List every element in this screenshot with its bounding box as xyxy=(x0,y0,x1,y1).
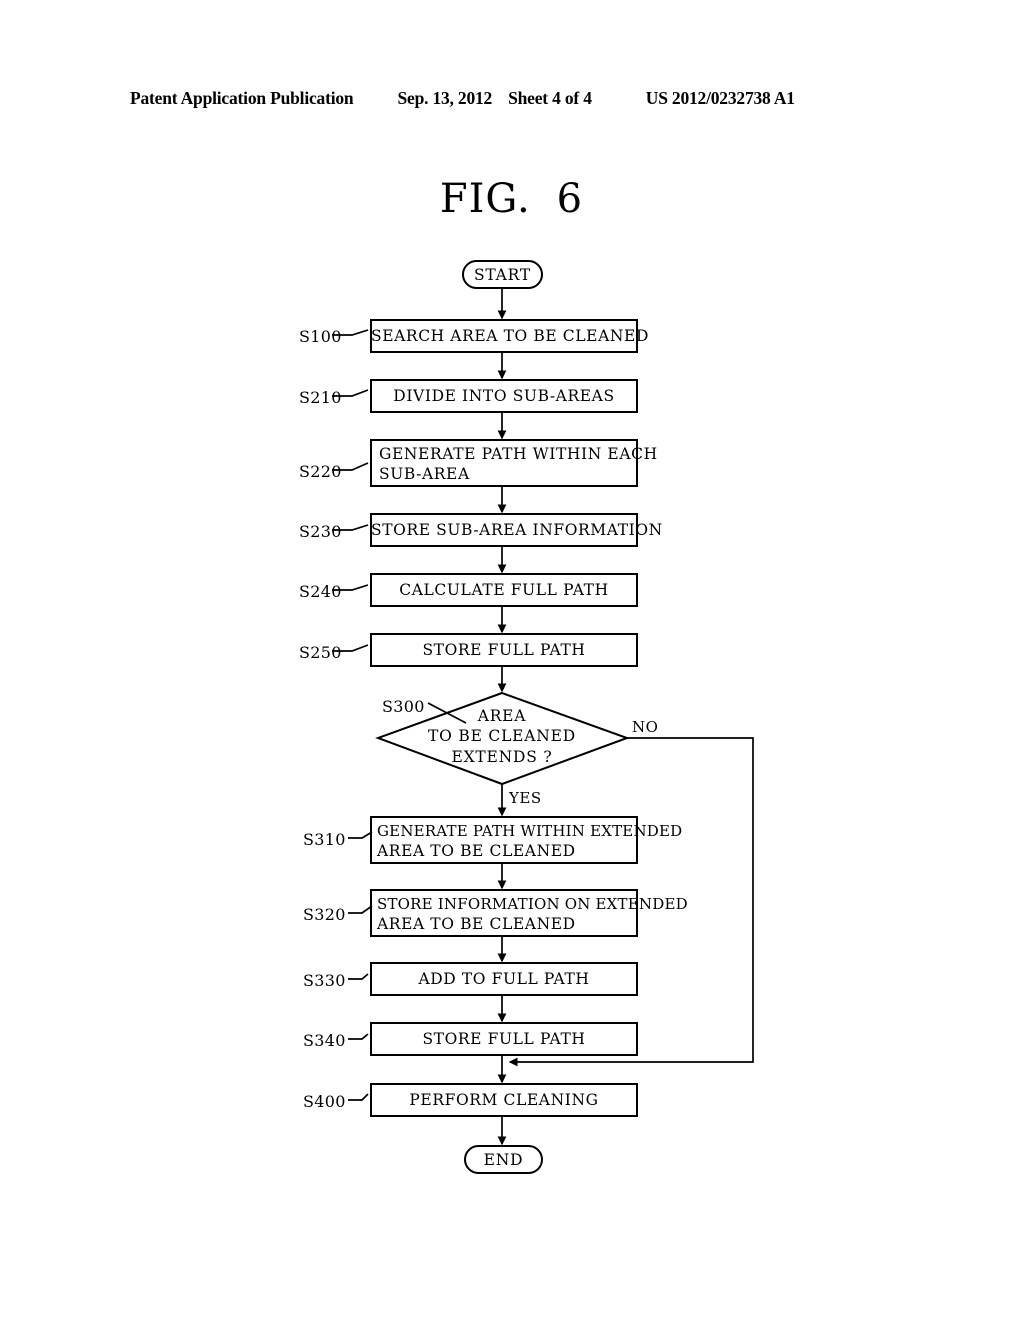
step-box-s310 xyxy=(370,816,638,864)
step-box-s210 xyxy=(370,379,638,413)
branch-label-no: NO xyxy=(632,718,659,736)
step-box-s340 xyxy=(370,1022,638,1056)
step-box-s240 xyxy=(370,573,638,607)
flowchart: START END SEARCH AREA TO BE CLEANED DIVI… xyxy=(0,0,1024,1320)
decision-text-line3: EXTENDS ? xyxy=(451,748,553,766)
start-terminator-label: START xyxy=(473,266,532,284)
decision-text-line1: AREA xyxy=(477,707,527,725)
step-ref-s310: S310 xyxy=(303,830,346,849)
step-ref-s400: S400 xyxy=(303,1092,346,1111)
step-box-s330 xyxy=(370,962,638,996)
leader-line-s330 xyxy=(348,973,369,980)
decision-text-line2: TO BE CLEANED xyxy=(428,727,576,745)
step-box-s100 xyxy=(370,319,638,353)
step-ref-s340: S340 xyxy=(303,1031,346,1050)
leader-line-s400 xyxy=(348,1093,369,1101)
step-box-s220 xyxy=(370,439,638,487)
leader-line-s320 xyxy=(348,905,373,914)
leader-line-s310 xyxy=(348,831,373,839)
step-ref-s330: S330 xyxy=(303,971,346,990)
step-ref-s230: S230 xyxy=(299,522,342,541)
step-box-s230 xyxy=(370,513,638,547)
step-box-s320 xyxy=(370,889,638,937)
branch-label-yes: YES xyxy=(509,789,542,807)
step-box-s400 xyxy=(370,1083,638,1117)
step-ref-s320: S320 xyxy=(303,905,346,924)
step-ref-s240: S240 xyxy=(299,582,342,601)
leader-line-s340 xyxy=(348,1033,369,1040)
step-ref-s300: S300 xyxy=(382,697,425,716)
connector-decision-no-bypass xyxy=(508,737,754,1067)
end-terminator-label: END xyxy=(483,1151,524,1169)
step-ref-s220: S220 xyxy=(299,462,342,481)
step-box-s250 xyxy=(370,633,638,667)
step-ref-s100: S100 xyxy=(299,327,342,346)
step-ref-s210: S210 xyxy=(299,388,342,407)
step-ref-s250: S250 xyxy=(299,643,342,662)
flowchart-graphics xyxy=(332,260,754,1174)
